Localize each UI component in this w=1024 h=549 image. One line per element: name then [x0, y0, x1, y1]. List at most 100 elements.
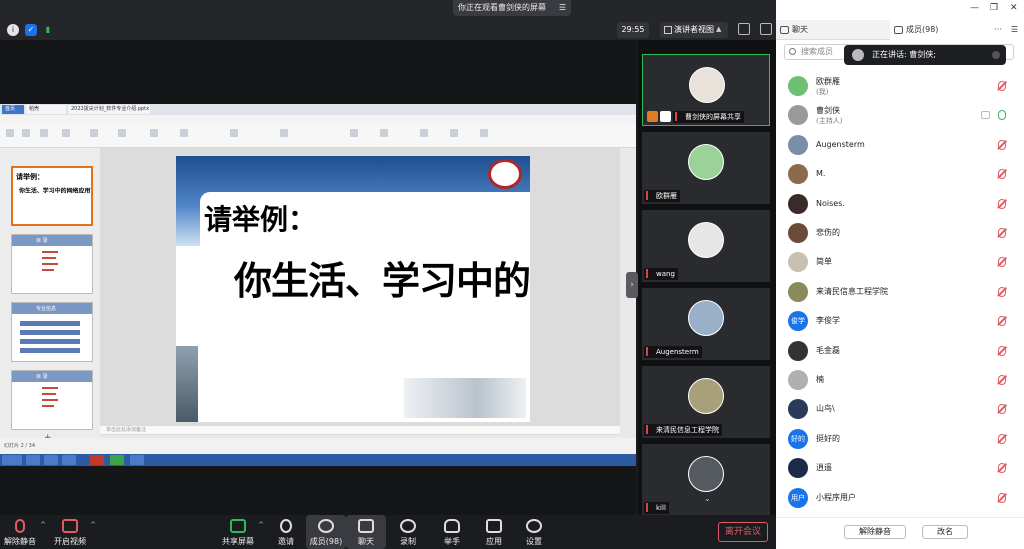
- camera-icon[interactable]: [981, 111, 990, 119]
- maximize-icon[interactable]: ❐: [990, 3, 998, 13]
- members-button[interactable]: 成员(98): [306, 515, 346, 549]
- ribbon-icon[interactable]: [350, 129, 358, 137]
- mic-muted-icon[interactable]: [998, 375, 1006, 385]
- close-icon[interactable]: ✕: [1010, 3, 1018, 13]
- ribbon-icon[interactable]: [420, 129, 428, 137]
- slide-thumbnail[interactable]: 目 录: [11, 234, 93, 294]
- user-icon[interactable]: [647, 111, 658, 122]
- chevron-up-icon[interactable]: ^: [90, 521, 96, 529]
- collapse-gallery-button[interactable]: ›: [626, 272, 638, 298]
- video-tile[interactable]: 欧群雁: [642, 132, 770, 204]
- mic-muted-icon[interactable]: [998, 463, 1006, 473]
- mic-muted-icon[interactable]: [998, 140, 1006, 150]
- mic-icon[interactable]: [998, 110, 1006, 120]
- member-row[interactable]: Augensterm: [786, 133, 1016, 157]
- panel-menu-icon[interactable]: ☰: [1011, 20, 1018, 40]
- member-row[interactable]: 悲伤的: [786, 221, 1016, 245]
- gallery-down-icon[interactable]: ⌄: [704, 494, 712, 503]
- chat-button[interactable]: 聊天: [346, 515, 386, 549]
- more-icon[interactable]: ···: [994, 20, 1002, 40]
- member-row[interactable]: 简单: [786, 250, 1016, 274]
- screen-icon[interactable]: [660, 111, 671, 122]
- signal-icon[interactable]: ▮: [42, 24, 54, 36]
- member-row[interactable]: 欧群雁 (我): [786, 74, 1016, 98]
- slide-thumbnail[interactable]: 请举例： 你生活、学习中的网络应用？: [11, 166, 93, 226]
- chevron-up-icon[interactable]: ^: [258, 521, 264, 529]
- mic-muted-icon[interactable]: [998, 346, 1006, 356]
- mic-muted-icon[interactable]: [998, 493, 1006, 503]
- mic-muted-icon[interactable]: [998, 257, 1006, 267]
- info-icon[interactable]: i: [7, 24, 19, 36]
- ppt-tab-docer[interactable]: 稻壳: [26, 105, 66, 114]
- minimize-icon[interactable]: —: [970, 3, 979, 13]
- mic-muted-icon[interactable]: [998, 81, 1006, 91]
- ribbon-icon[interactable]: [6, 129, 14, 137]
- rename-button[interactable]: 改名: [922, 525, 968, 539]
- tab-members[interactable]: 成员(98) ··· ☰: [890, 20, 1024, 40]
- member-row[interactable]: 逍遥: [786, 456, 1016, 480]
- ribbon-icon[interactable]: [450, 129, 458, 137]
- member-row[interactable]: M.: [786, 162, 1016, 186]
- mic-muted-icon[interactable]: [998, 316, 1006, 326]
- mic-muted-icon[interactable]: [998, 287, 1006, 297]
- mic-muted-icon[interactable]: [998, 404, 1006, 414]
- member-row[interactable]: 山鸟\: [786, 397, 1016, 421]
- slide-thumbnail[interactable]: 专业信息: [11, 302, 93, 362]
- ribbon-icon[interactable]: [150, 129, 158, 137]
- chevron-up-icon[interactable]: ^: [40, 521, 46, 529]
- ribbon-icon[interactable]: [230, 129, 238, 137]
- video-tile[interactable]: kill: [642, 444, 770, 516]
- member-row[interactable]: 曹剑侠 (主持人): [786, 103, 1016, 127]
- mic-muted-icon[interactable]: [998, 199, 1006, 209]
- video-button[interactable]: 开启视频 ^: [50, 515, 96, 549]
- ppt-tab-home[interactable]: 首页: [2, 105, 24, 114]
- invite-button[interactable]: 邀请: [266, 515, 306, 549]
- apps-button[interactable]: 应用: [474, 515, 514, 549]
- member-row[interactable]: 毛金磊: [786, 339, 1016, 363]
- member-row[interactable]: 好的 挺好的: [786, 427, 1016, 451]
- shield-icon[interactable]: ✓: [25, 24, 37, 36]
- tab-chat[interactable]: 聊天: [776, 20, 890, 40]
- video-tile[interactable]: wang: [642, 210, 770, 282]
- ribbon-icon[interactable]: [480, 129, 488, 137]
- unmute-all-button[interactable]: 解除静音: [844, 525, 906, 539]
- mic-muted-icon[interactable]: [998, 169, 1006, 179]
- unmute-button[interactable]: 解除静音 ^: [0, 515, 46, 549]
- start-icon[interactable]: [2, 455, 22, 465]
- ribbon-icon[interactable]: [180, 129, 188, 137]
- raise-hand-button[interactable]: 举手: [432, 515, 472, 549]
- taskbar-app-icon[interactable]: [62, 455, 76, 465]
- notes-field[interactable]: 单击此处添加备注: [100, 426, 620, 434]
- mic-muted-icon[interactable]: [998, 434, 1006, 444]
- ribbon-icon[interactable]: [280, 129, 288, 137]
- share-screen-button[interactable]: 共享屏幕 ^: [218, 515, 264, 549]
- record-button[interactable]: 录制: [388, 515, 428, 549]
- ribbon-icon[interactable]: [40, 129, 48, 137]
- ppt-tab-file[interactable]: 2022拔尖计划_软件专业介绍.pptx: [68, 105, 150, 114]
- sidebar-toggle-icon[interactable]: [760, 23, 772, 35]
- member-row[interactable]: 俊学 李俊学: [786, 309, 1016, 333]
- slide-thumbnail[interactable]: 目 录: [11, 370, 93, 430]
- video-tile[interactable]: Augensterm: [642, 288, 770, 360]
- video-tile[interactable]: 曹剑侠的屏幕共享: [642, 54, 770, 126]
- fullscreen-icon[interactable]: [738, 23, 750, 35]
- member-row[interactable]: 来清民信息工程学院: [786, 280, 1016, 304]
- settings-button[interactable]: 设置: [514, 515, 554, 549]
- ribbon-icon[interactable]: [380, 129, 388, 137]
- menu-icon[interactable]: ☰: [559, 0, 566, 16]
- taskbar-app-icon[interactable]: [110, 455, 124, 465]
- wps-icon[interactable]: [90, 455, 104, 465]
- gallery-up-icon[interactable]: ▲: [716, 25, 721, 33]
- member-row[interactable]: Noises.: [786, 192, 1016, 216]
- leave-meeting-button[interactable]: 离开会议: [718, 522, 768, 542]
- video-tile[interactable]: 来清民信息工程学院: [642, 366, 770, 438]
- ribbon-icon[interactable]: [22, 129, 30, 137]
- mic-muted-icon[interactable]: [998, 228, 1006, 238]
- member-row[interactable]: 楠: [786, 368, 1016, 392]
- member-row[interactable]: 用户 小程序用户: [786, 486, 1016, 510]
- taskbar-app-icon[interactable]: [26, 455, 40, 465]
- ribbon-icon[interactable]: [62, 129, 70, 137]
- ribbon-icon[interactable]: [118, 129, 126, 137]
- taskbar-app-icon[interactable]: [44, 455, 58, 465]
- share-notice[interactable]: 你正在观看曹剑侠的屏幕 ☰: [453, 0, 571, 16]
